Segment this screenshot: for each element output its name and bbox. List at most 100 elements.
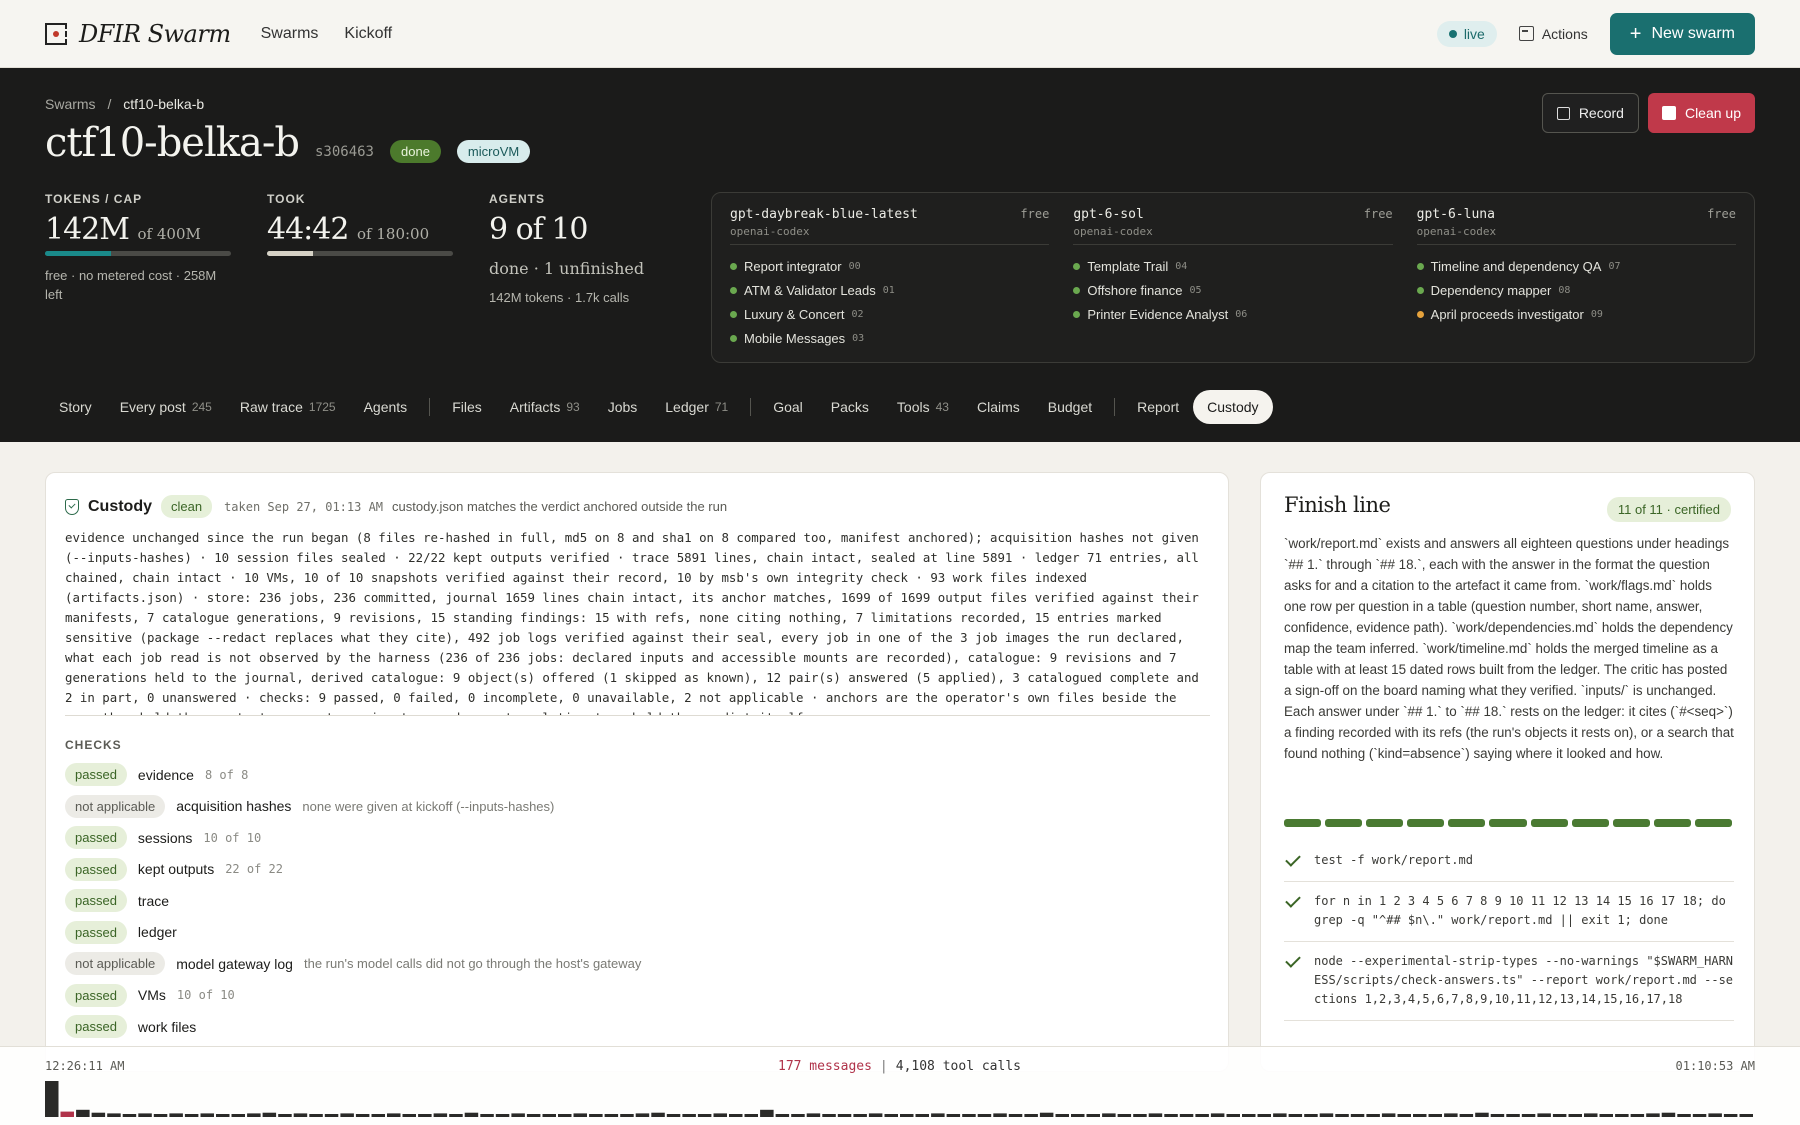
timeline-activity-bar[interactable] [278,1114,292,1117]
tab-story[interactable]: Story [45,390,106,424]
timeline-activity-bar[interactable] [1319,1113,1334,1117]
timeline-activity-bar[interactable] [340,1113,354,1117]
timeline-activity-bar[interactable] [1677,1114,1691,1117]
tab-files[interactable]: Files [438,390,496,424]
timeline-activity-bar[interactable] [1428,1114,1443,1117]
timeline-activity-bar[interactable] [1242,1114,1256,1117]
timeline-activity-bar[interactable] [433,1113,448,1117]
agent-item[interactable]: Dependency mapper 08 [1416,278,1736,302]
timeline-activity-bar[interactable] [464,1112,479,1117]
timeline-activity-bar[interactable] [293,1113,308,1117]
timeline-activity-bar[interactable] [1133,1114,1147,1117]
timeline-activity-bars[interactable] [45,1081,1755,1117]
timeline-activity-bar[interactable] [744,1114,759,1117]
actions-button[interactable]: Actions [1518,26,1588,42]
tab-ledger[interactable]: Ledger 71 [651,390,742,424]
timeline-activity-bar[interactable] [573,1113,588,1117]
timeline-activity-bar[interactable] [962,1114,976,1117]
timeline-activity-bar[interactable] [1459,1114,1474,1117]
timeline-activity-bar[interactable] [247,1113,261,1117]
timeline-activity-bar[interactable] [1273,1113,1287,1117]
timeline-activity-bar[interactable] [184,1114,199,1117]
agent-item[interactable]: Printer Evidence Analyst 06 [1073,302,1392,326]
timeline-activity-bar[interactable] [806,1113,821,1117]
timeline-activity-bar[interactable] [1304,1114,1318,1117]
timeline-activity-bar[interactable] [480,1114,494,1117]
timeline-activity-bar[interactable] [1024,1114,1038,1117]
tab-raw-trace[interactable]: Raw trace 1725 [226,390,350,424]
tab-artifacts[interactable]: Artifacts 93 [496,390,594,424]
timeline-activity-bar[interactable] [1521,1114,1536,1117]
timeline-activity-bar[interactable] [853,1114,867,1117]
timeline-activity-bar[interactable] [1646,1113,1660,1117]
timeline-activity-bar[interactable] [418,1114,432,1117]
timeline-activity-bar[interactable] [884,1114,899,1117]
timeline-activity-bar[interactable] [216,1114,230,1117]
timeline-activity-bar[interactable] [837,1114,852,1117]
timeline-activity-bar[interactable] [1568,1114,1583,1117]
timeline-activity-bar[interactable] [946,1114,961,1117]
timeline-activity-bar[interactable] [200,1113,215,1117]
timeline-activity-bar[interactable] [1692,1114,1707,1117]
timeline-activity-bar[interactable] [713,1113,728,1117]
timeline-activity-bar[interactable] [1195,1114,1209,1117]
timeline-activity-bar[interactable] [511,1113,525,1117]
timeline-activity-bar[interactable] [1708,1113,1722,1117]
timeline-activity-bar[interactable] [169,1113,183,1117]
timeline-activity-bar[interactable] [371,1114,386,1117]
agent-item[interactable]: Luxury & Concert 02 [730,302,1049,326]
timeline-activity-bar[interactable] [449,1114,463,1117]
timeline-activity-bar[interactable] [1615,1114,1629,1117]
timeline-activity-bar[interactable] [760,1109,774,1117]
timeline-activity-bar[interactable] [635,1113,650,1117]
timeline-activity-bar[interactable] [45,1081,59,1117]
tab-tools[interactable]: Tools 43 [883,390,963,424]
timeline-activity-bar[interactable] [1288,1114,1303,1117]
timeline-activity-bar[interactable] [915,1114,930,1117]
timeline-activity-bar[interactable] [682,1114,696,1117]
timeline-activity-bar[interactable] [542,1114,557,1117]
clean-up-button[interactable]: Clean up [1647,93,1755,133]
timeline-activity-bar[interactable] [775,1114,790,1117]
timeline-activity-bar[interactable] [1164,1114,1178,1117]
timeline-activity-bar[interactable] [1584,1113,1598,1117]
agent-item[interactable]: Timeline and dependency QA 07 [1416,254,1736,278]
timeline-activity-bar[interactable] [791,1114,805,1117]
timeline-activity-bar[interactable] [91,1112,106,1117]
record-button[interactable]: Record [1541,93,1639,133]
timeline-activity-bar[interactable] [589,1114,603,1117]
agent-item[interactable]: Template Trail 04 [1073,254,1392,278]
timeline-activity-bar[interactable] [1210,1113,1225,1117]
agent-item[interactable]: April proceeds investigator 09 [1416,302,1736,326]
timeline-activity-bar[interactable] [1490,1114,1505,1117]
timeline-activity-bar[interactable] [526,1114,541,1117]
timeline-activity-bar[interactable] [1397,1114,1412,1117]
timeline-activity-bar[interactable] [1537,1113,1551,1117]
timeline-activity-bar[interactable] [1366,1114,1380,1117]
new-swarm-button[interactable]: + New swarm [1609,12,1755,55]
timeline-activity-bar[interactable] [324,1114,339,1117]
breadcrumb-root[interactable]: Swarms [45,96,96,112]
timeline-activity-bar[interactable] [558,1114,572,1117]
timeline-activity-bar[interactable] [1039,1112,1054,1117]
timeline-activity-bar[interactable] [1350,1114,1365,1117]
timeline-activity-bar[interactable] [868,1113,883,1117]
timeline-activity-bar[interactable] [993,1113,1007,1117]
timeline-activity-bar[interactable] [262,1112,277,1117]
timeline-activity-bar[interactable] [1071,1114,1085,1117]
timeline-activity-bar[interactable] [697,1114,712,1117]
timeline-activity-bar[interactable] [1226,1114,1241,1117]
timeline-activity-bar[interactable] [1630,1114,1645,1117]
timeline-activity-bar[interactable] [1381,1113,1396,1117]
tab-jobs[interactable]: Jobs [594,390,652,424]
app-logo[interactable]: DFIR Swarm [45,20,231,48]
timeline-activity-bar[interactable] [387,1113,401,1117]
timeline-activity-bar[interactable] [153,1114,168,1117]
tab-every-post[interactable]: Every post 245 [106,390,226,424]
timeline-activity-bar[interactable] [495,1114,510,1117]
timeline-activity-bar[interactable] [76,1109,90,1117]
tab-budget[interactable]: Budget [1034,390,1106,424]
timeline-activity-bar[interactable] [60,1111,75,1117]
timeline-activity-bar[interactable] [604,1114,619,1117]
nav-swarms[interactable]: Swarms [261,25,319,43]
